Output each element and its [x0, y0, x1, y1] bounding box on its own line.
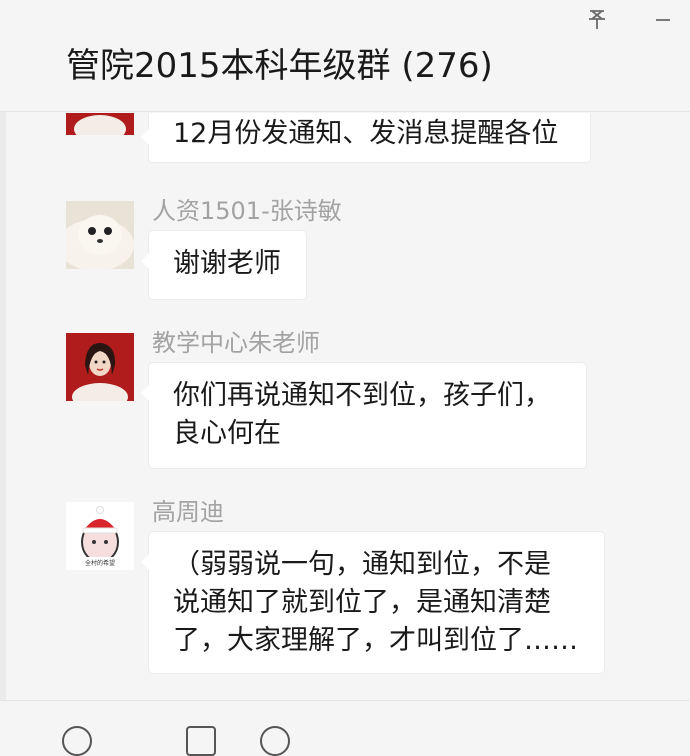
chat-title-bar: 管院2015本科年级群 (276)	[0, 0, 690, 112]
message-bubble[interactable]: 12月份发通知、发消息提醒各位	[141, 113, 590, 162]
message-line: 12月份发通知、发消息提醒各位	[173, 118, 559, 149]
message-line: 说通知了就到位了，是通知清楚	[173, 587, 551, 618]
message-line: 良心何在	[173, 418, 281, 449]
chat-history-icon[interactable]	[260, 726, 290, 756]
avatar[interactable]	[66, 333, 134, 401]
message-line: 你们再说通知不到位，孩子们，	[173, 380, 551, 411]
message-line: （弱弱说一句，通知到位，不是	[173, 549, 551, 580]
avatar[interactable]: 全村的希望	[66, 502, 134, 570]
seal-avatar-icon	[66, 201, 134, 269]
avatar[interactable]	[66, 201, 134, 269]
message-line: 了，大家理解了，才叫到位了……	[173, 625, 578, 656]
emoji-icon[interactable]	[62, 726, 92, 756]
red-portrait-avatar-icon	[66, 333, 134, 401]
sender-name: 教学中心朱老师	[152, 329, 320, 357]
message-list[interactable]: 12月份发通知、发消息提醒各位 人资1501-张诗敏 谢谢老师 教学中心朱老师 …	[0, 113, 690, 703]
folder-icon[interactable]	[186, 726, 216, 756]
pin-icon	[589, 10, 605, 29]
pin-button[interactable]	[582, 4, 612, 34]
sender-name: 人资1501-张诗敏	[152, 197, 342, 225]
message-bubble[interactable]: （弱弱说一句，通知到位，不是 说通知了就到位了，是通知清楚 了，大家理解了，才叫…	[141, 532, 604, 673]
minimize-button[interactable]	[648, 4, 678, 34]
avatar[interactable]	[66, 113, 134, 135]
red-portrait-avatar-icon	[66, 113, 134, 135]
input-toolbar	[0, 700, 690, 756]
message-bubble[interactable]: 你们再说通知不到位，孩子们， 良心何在	[141, 363, 586, 468]
chat-title: 管院2015本科年级群 (276)	[66, 46, 493, 86]
avatar-caption: 全村的希望	[84, 560, 115, 567]
minimize-icon	[656, 19, 670, 21]
message-line: 谢谢老师	[173, 248, 281, 279]
sender-name: 高周迪	[152, 498, 224, 526]
message-bubble[interactable]: 谢谢老师	[141, 231, 306, 299]
